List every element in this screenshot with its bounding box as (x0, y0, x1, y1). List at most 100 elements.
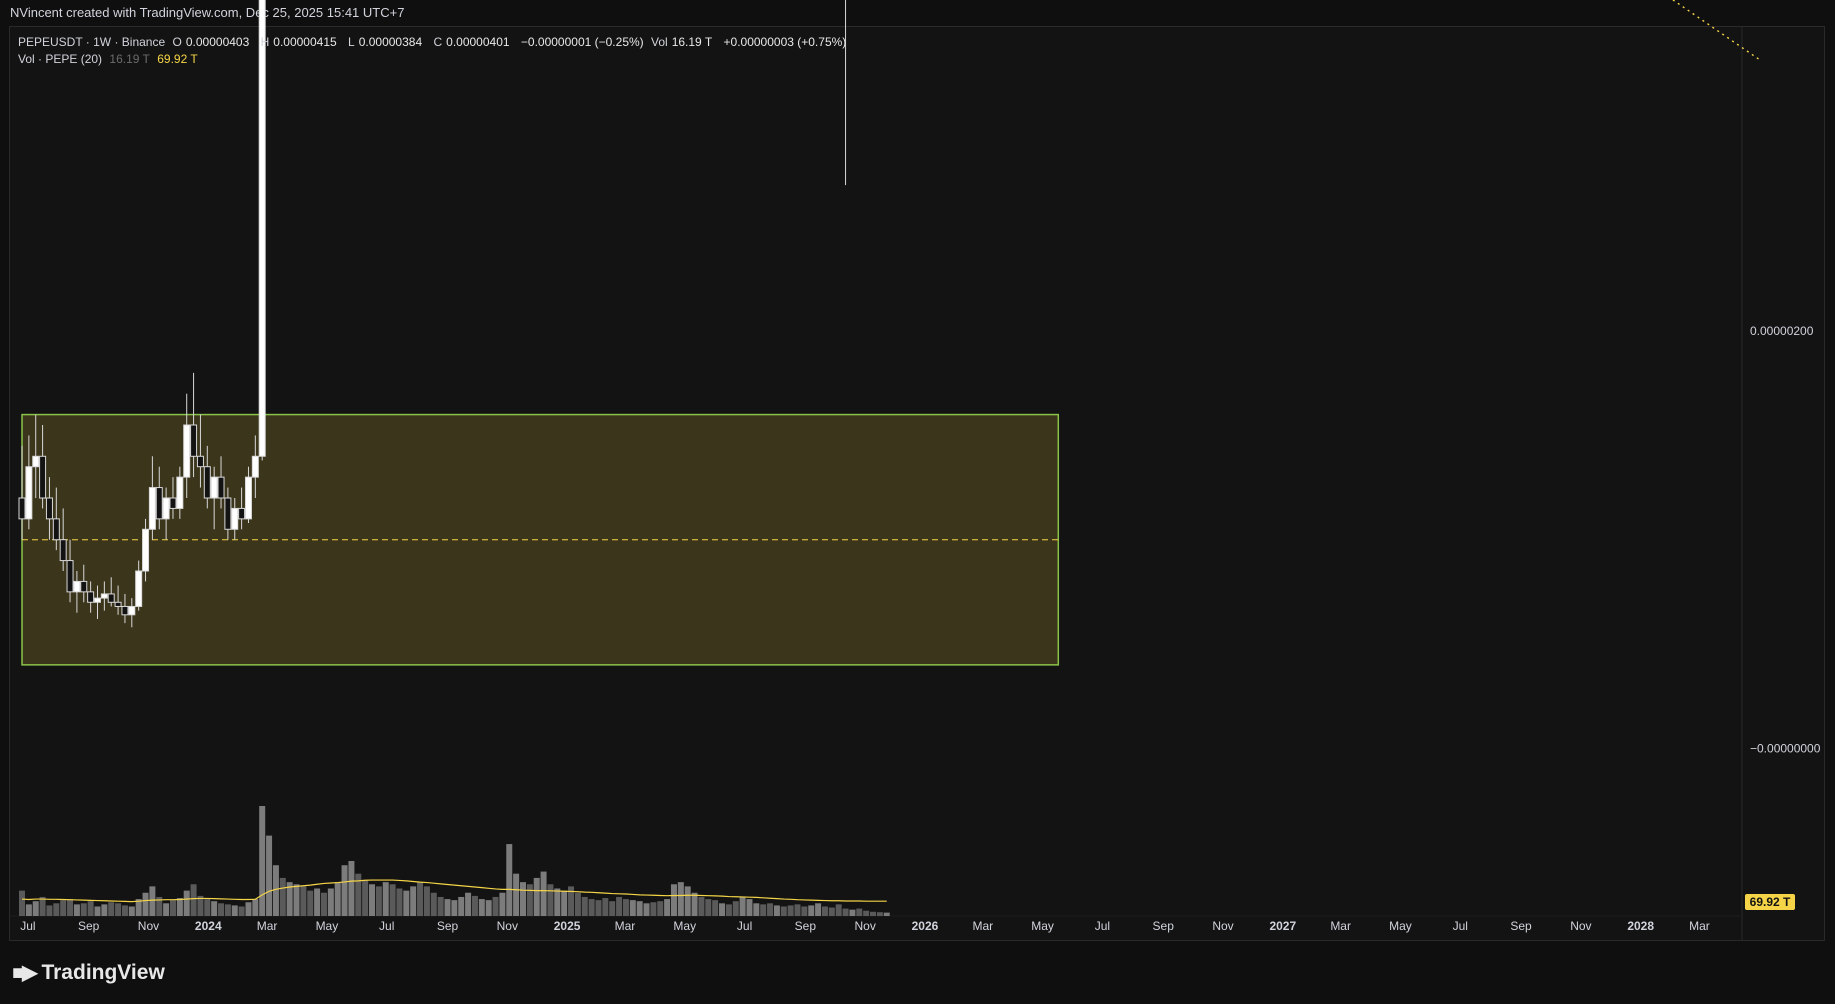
candle-body (121, 605, 129, 616)
candle-body (169, 497, 177, 509)
candle-body (251, 455, 259, 478)
candle-body (258, 0, 266, 457)
volume-bar (149, 886, 156, 916)
volume-bar (478, 899, 485, 916)
candle-body (52, 518, 60, 541)
volume-bar (808, 905, 815, 916)
volume-bar (588, 899, 595, 916)
volume-bar (67, 899, 74, 916)
candle-body (80, 580, 88, 593)
volume-bar (787, 905, 794, 916)
volume-bar (204, 899, 211, 916)
volume-bar (835, 904, 842, 916)
volume-bar (842, 908, 849, 916)
volume-bar (492, 896, 499, 916)
volume-bar (629, 900, 636, 916)
footer-bar (0, 946, 1835, 1004)
volume-bar (121, 905, 128, 916)
candle-body (190, 424, 198, 457)
volume-bar (547, 884, 554, 916)
candle-body (217, 476, 225, 499)
candle-body (142, 528, 150, 572)
volume-bar (506, 844, 513, 916)
volume-bar (142, 892, 149, 916)
volume-bar (128, 906, 135, 916)
volume-bar (883, 912, 890, 916)
volume-bar (485, 900, 492, 916)
volume-bars (19, 806, 890, 916)
time-axis-label: Sep (795, 919, 817, 933)
candle-body (32, 455, 40, 468)
legend-ohlc-row: PEPEUSDT · 1W · Binance O 0.00000403 H 0.0… (18, 34, 850, 51)
volume-bar (224, 904, 231, 916)
legend-change: −0.00000001 (−0.25%) (520, 35, 644, 49)
time-axis-label: May (1031, 919, 1054, 933)
legend-volume-ma: 69.92 T (157, 52, 198, 66)
volume-bar (314, 888, 321, 916)
candle-body (135, 570, 143, 607)
volume-bar (602, 898, 609, 916)
volume-bar (293, 884, 300, 916)
volume-bar (712, 900, 719, 916)
time-axis-label: Sep (78, 919, 100, 933)
volume-bar (238, 906, 245, 916)
volume-bar (39, 896, 46, 916)
volume-bar (19, 890, 25, 916)
volume-bar (856, 908, 863, 916)
volume-bar (561, 890, 568, 916)
volume-bar (437, 896, 444, 916)
time-axis-label: Mar (1689, 919, 1710, 933)
volume-bar (423, 886, 430, 916)
volume-bar (211, 901, 218, 916)
volume-bar (574, 892, 581, 916)
time-axis-label: Jul (737, 919, 752, 933)
legend-open-label: O (172, 35, 182, 49)
time-axis-label: Nov (1212, 919, 1233, 933)
volume-bar (410, 886, 417, 916)
volume-bar (719, 903, 726, 916)
volume-bar (362, 880, 369, 916)
volume-bar (705, 899, 712, 916)
legend-high-label: H (260, 35, 270, 49)
tradingview-mark-icon: ■▶ (12, 962, 38, 984)
volume-bar (540, 871, 547, 916)
candle-body (100, 593, 108, 599)
volume-ma-label: 69.92 T (1750, 895, 1791, 909)
time-axis-label: Nov (1570, 919, 1591, 933)
candle-body (25, 466, 33, 520)
volume-bar (218, 903, 225, 916)
volume-bar (355, 873, 362, 916)
legend-low-label: L (348, 35, 355, 49)
time-axis-label: Nov (138, 919, 159, 933)
volume-bar (828, 907, 835, 916)
volume-bar (451, 900, 458, 916)
volume-bar (684, 886, 691, 916)
volume-bar (60, 900, 67, 916)
candle-body (176, 476, 184, 509)
volume-bar (863, 910, 870, 916)
legend-close-label: C (433, 35, 443, 49)
time-axis: Jul Sep Nov 2024 Mar May Jul Sep Nov 2025 Mar May Ju… (20, 919, 1710, 933)
legend-open: 0.00000403 (185, 35, 250, 49)
price-chart[interactable]: −0.000000000.000002000.000004000.0000060… (0, 0, 1835, 1004)
candle-body (39, 455, 47, 499)
time-axis-label: Sep (437, 919, 459, 933)
time-axis-label: Jul (20, 919, 35, 933)
volume-bar (115, 903, 122, 916)
time-axis-label: 2025 (554, 919, 581, 933)
time-axis-label: Sep (1510, 919, 1532, 933)
candle-body (87, 591, 95, 603)
price-axis-label: −0.00000000 (1750, 741, 1821, 755)
volume-bar (101, 904, 108, 916)
legend-volume-indicator[interactable]: Vol · PEPE (20) (18, 52, 102, 66)
volume-bar (499, 892, 506, 916)
volume-bar (554, 888, 561, 916)
volume-bar (80, 903, 87, 916)
volume-bar (259, 806, 266, 916)
volume-bar (444, 899, 451, 916)
tradingview-logo[interactable]: ■▶ TradingView (12, 960, 165, 985)
volume-bar (876, 912, 883, 916)
candle-body (128, 605, 136, 616)
candle-body (203, 466, 211, 499)
price-axis: −0.000000000.000002000.000004000.0000060… (1750, 324, 1821, 755)
